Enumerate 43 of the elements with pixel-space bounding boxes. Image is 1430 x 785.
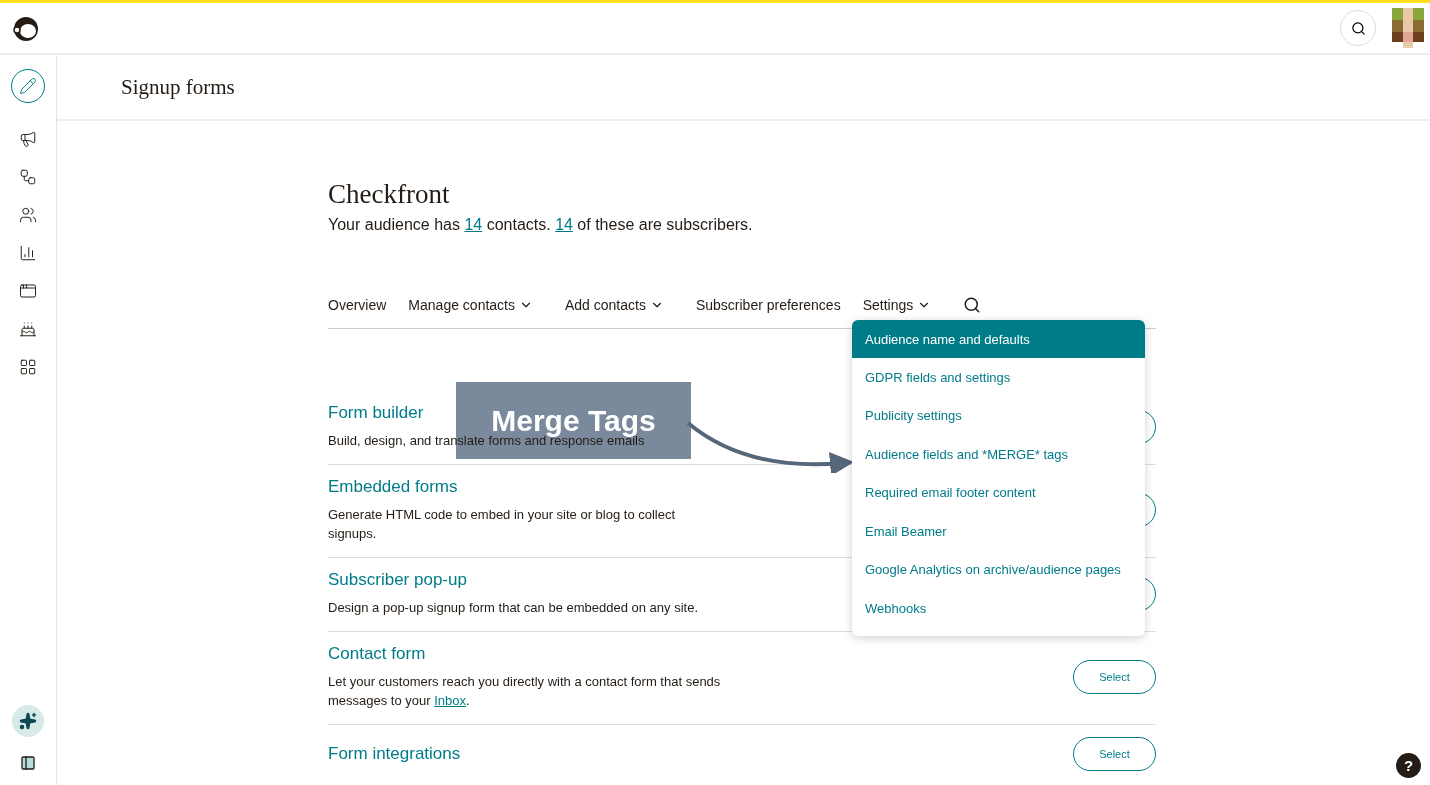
form-description: Design a pop-up signup form that can be embedded on any site.	[328, 599, 699, 617]
flow-icon	[19, 168, 37, 186]
nav-tab[interactable]: Manage contacts	[408, 297, 533, 313]
bar-chart-icon	[19, 244, 37, 262]
menu-item[interactable]: Required email footer content	[852, 473, 1145, 512]
form-description: Generate HTML code to embed in your site or blog to collect signups.	[328, 506, 677, 543]
window-icon	[19, 282, 37, 300]
nav-tab[interactable]: Subscriber preferences	[695, 297, 841, 313]
grid-icon	[19, 358, 37, 376]
menu-item[interactable]: Publicity settings	[852, 396, 1145, 435]
nav-tab[interactable]: Overview	[328, 297, 387, 313]
select-button[interactable]: Select	[1073, 737, 1156, 771]
select-button[interactable]: Select	[1073, 660, 1156, 694]
sparkles-icon	[19, 712, 37, 730]
cake-icon	[19, 320, 37, 338]
people-icon	[19, 206, 37, 224]
form-type-link[interactable]: Subscriber pop-up	[328, 570, 467, 590]
pencil-icon	[19, 77, 37, 95]
page-title: Signup forms	[121, 74, 235, 100]
sidebar-toggle-icon[interactable]	[20, 755, 36, 771]
megaphone-icon	[19, 130, 37, 148]
nav-tab[interactable]: Settings	[862, 297, 932, 313]
form-type-link[interactable]: Contact form	[328, 644, 426, 664]
menu-item[interactable]: Webhooks	[852, 589, 1145, 628]
count-link[interactable]: 14	[464, 216, 483, 233]
menu-item[interactable]: Google Analytics on archive/audience pages	[852, 550, 1145, 589]
menu-item[interactable]: GDPR fields and settings	[852, 358, 1145, 397]
form-type-link[interactable]: Form integrations	[328, 744, 461, 764]
form-type-link[interactable]: Embedded forms	[328, 477, 458, 497]
nav-tab[interactable]: Add contacts	[565, 297, 664, 313]
form-description: Let your customers reach you directly with a contact form that sends messages to your Inbox.	[328, 673, 722, 710]
search-icon[interactable]	[963, 296, 982, 314]
menu-item[interactable]: Email Beamer	[852, 512, 1145, 551]
audience-name: Checkfront	[328, 179, 451, 210]
help-button[interactable]: ?	[1396, 753, 1421, 778]
menu-item[interactable]: Audience name and defaults	[852, 320, 1145, 358]
audience-summary: Your audience has 14 contacts. 14 of these are subscribers.	[328, 216, 754, 234]
count-link[interactable]: 14	[555, 216, 573, 233]
menu-item[interactable]: Audience fields and *MERGE* tags	[852, 435, 1145, 474]
form-type-link[interactable]: Form builder	[328, 403, 424, 423]
search-icon	[1350, 20, 1366, 36]
assistant-button[interactable]	[12, 705, 44, 737]
search-button[interactable]	[1340, 10, 1376, 46]
